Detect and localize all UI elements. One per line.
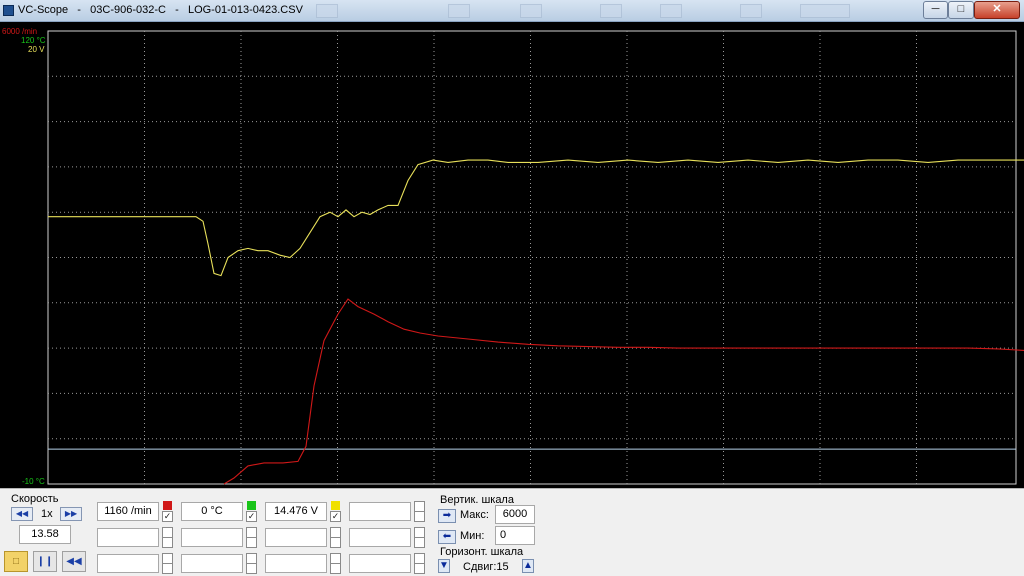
channel-1-color [163,501,172,510]
volt-scale-label: 20 V [28,45,45,54]
channel-1-checkbox[interactable]: ✓ [162,511,173,522]
empty-channel-field [97,554,159,573]
channel-2-checkbox[interactable]: ✓ [246,511,257,522]
empty-channel-field [349,554,411,573]
rewind-button[interactable]: ◀◀ [62,551,86,572]
channel-3-color [331,501,340,510]
empty-checkbox[interactable] [414,537,425,548]
empty-channel-field [181,554,243,573]
empty-channel-field [181,528,243,547]
empty-channel-field [265,528,327,547]
empty-checkbox[interactable] [162,537,173,548]
rpm-trace [223,298,1024,485]
title-bar: VC-Scope - 03C-906-032-C - LOG-01-013-04… [0,0,1024,22]
channel-3-value: 14.476 V [265,502,327,521]
channel-2-color [247,501,256,510]
empty-checkbox[interactable] [330,537,341,548]
empty-checkbox[interactable] [162,563,173,574]
empty-checkbox[interactable] [330,563,341,574]
app-icon [3,5,14,16]
maximize-button[interactable]: □ [948,1,974,19]
temp-scale-label: 120 °C [21,36,46,45]
empty-checkbox[interactable] [246,563,257,574]
control-panel: Скорость ◀◀ 1x ▶▶ 13.58 □ ❙❙ ◀◀ 1160 /mi… [0,488,1024,576]
empty-channel-field [349,528,411,547]
voltage-trace [48,159,1024,277]
empty-channel-field [265,554,327,573]
minimize-button[interactable]: ─ [923,1,948,19]
channel-3-checkbox[interactable]: ✓ [330,511,341,522]
scope-plot[interactable]: 6000 /min 120 °C 20 V -10 °C [0,22,1024,488]
vscale-min-label: Мин: [460,530,485,542]
vscale-min-input[interactable]: 0 [495,526,535,545]
taskbar-ghost-icon [600,4,622,18]
folder-icon: □ [12,556,20,567]
rpm-scale-label: 6000 /min [2,27,38,36]
hscale-shift-value: Сдвиг:15 [463,561,509,573]
vscale-max-input[interactable]: 6000 [495,505,535,524]
taskbar-ghost-icon [740,4,762,18]
empty-checkbox[interactable] [414,563,425,574]
pause-button[interactable]: ❙❙ [33,551,57,572]
taskbar-ghost-icon [316,4,338,18]
channel-4-checkbox[interactable] [414,511,425,522]
speed-value: 1x [41,508,53,520]
hscale-down-button[interactable]: ▼ [438,559,450,573]
taskbar-ghost-icon [448,4,470,18]
channel-1-value: 1160 /min [97,502,159,521]
channel-4-value [349,502,411,521]
channel-2-value: 0 °C [181,502,243,521]
scope-chart [47,30,1024,485]
speed-up-button[interactable]: ▶▶ [60,507,82,521]
vc-scope-window: VC-Scope - 03C-906-032-C - LOG-01-013-04… [0,0,1024,576]
speed-down-button[interactable]: ◀◀ [11,507,33,521]
window-title: VC-Scope - 03C-906-032-C - LOG-01-013-04… [18,4,303,16]
taskbar-ghost-icon [660,4,682,18]
hscale-up-button[interactable]: ▲ [522,559,534,573]
close-button[interactable]: ✕ [974,1,1020,19]
hscale-label: Горизонт. шкала [440,546,524,558]
vscale-max-label: Макс: [460,509,489,521]
empty-channel-field [97,528,159,547]
taskbar-ghost-icon [800,4,850,18]
empty-checkbox[interactable] [246,537,257,548]
open-folder-button[interactable]: □ [4,551,28,572]
time-position-field[interactable]: 13.58 [19,525,71,544]
speed-label: Скорость [11,493,59,505]
vscale-min-arrow-button[interactable]: ⬅ [438,530,456,544]
min-scale-label: -10 °C [22,477,45,486]
vscale-max-arrow-button[interactable]: ➡ [438,509,456,523]
taskbar-ghost-icon [520,4,542,18]
